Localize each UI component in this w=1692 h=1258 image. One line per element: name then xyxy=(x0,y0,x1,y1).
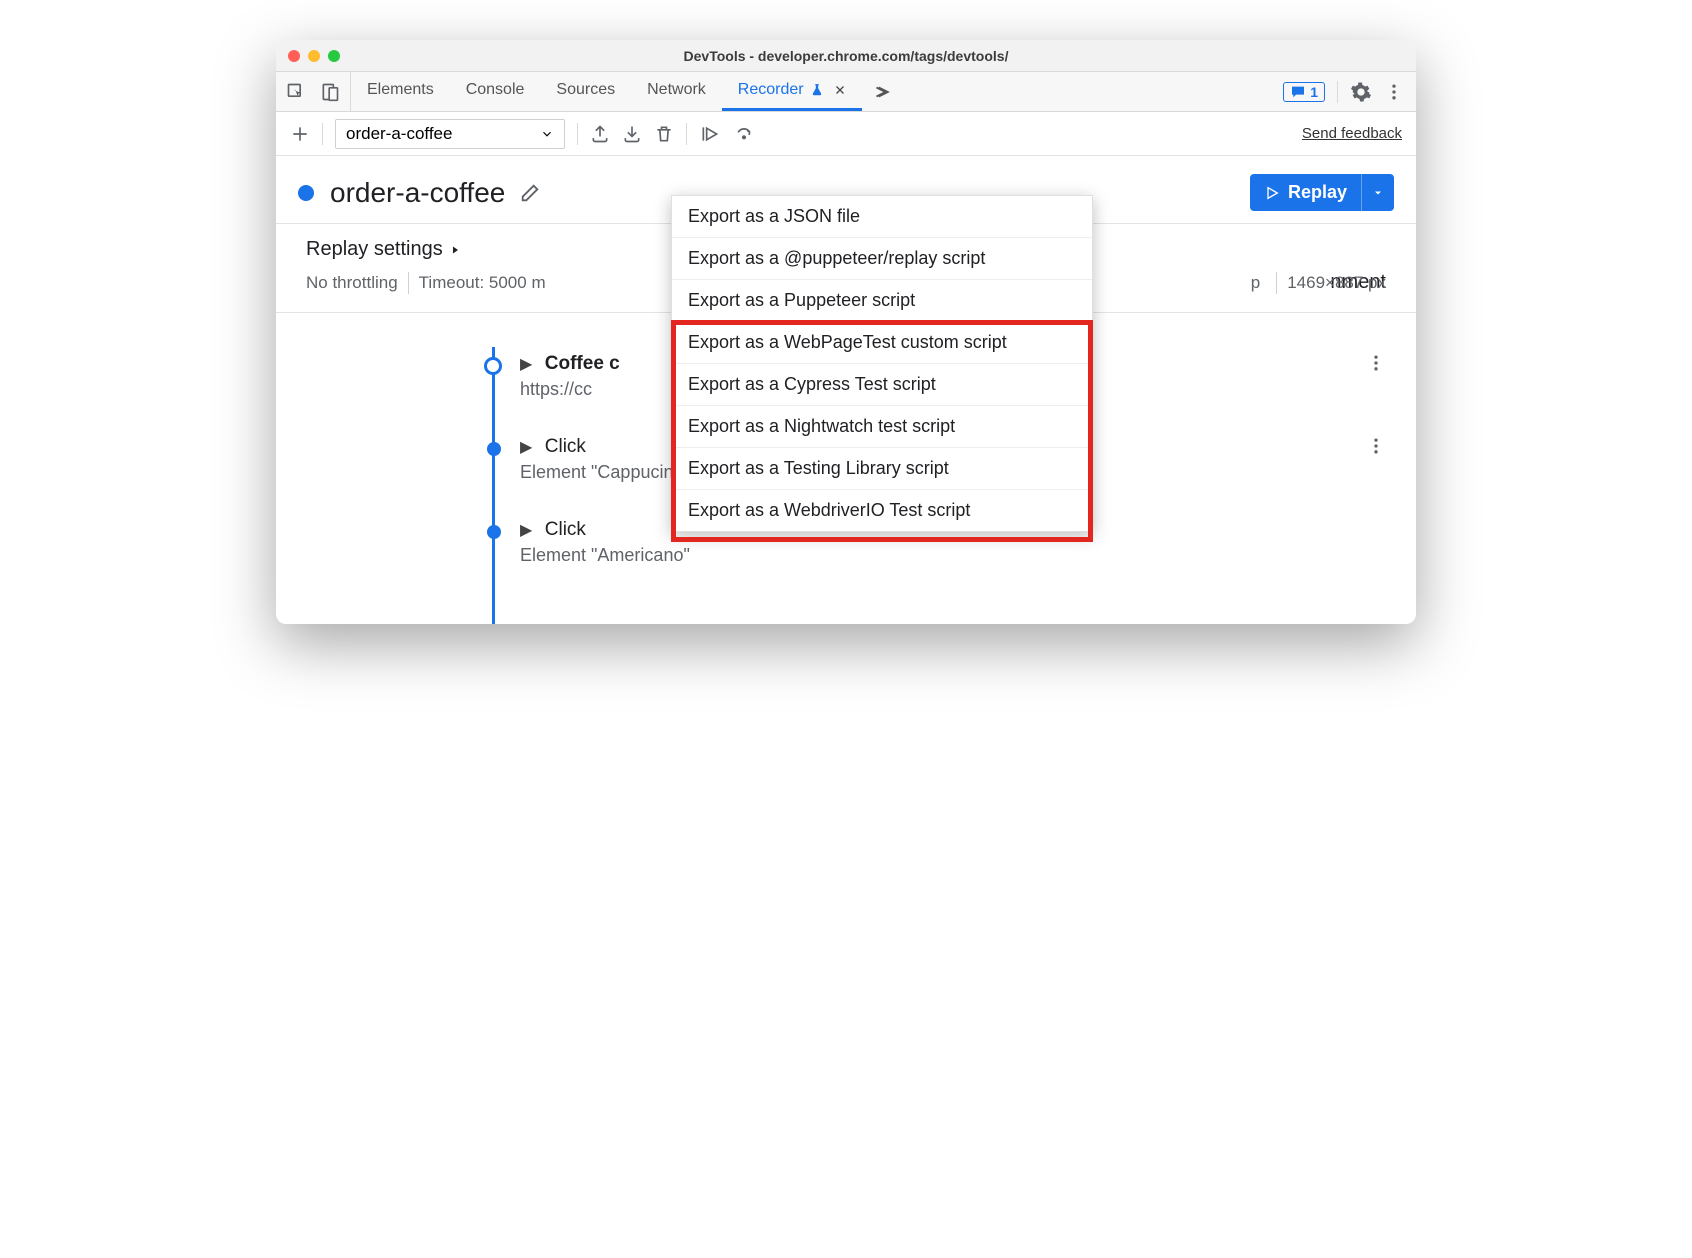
kebab-menu-icon[interactable] xyxy=(1384,82,1404,102)
export-item-webpagetest[interactable]: Export as a WebPageTest custom script xyxy=(672,322,1092,364)
tabstrip-right-tools: 1 xyxy=(1283,72,1416,111)
step-title: Coffee c xyxy=(545,353,620,374)
new-recording-icon[interactable] xyxy=(290,124,310,144)
replay-button[interactable]: Replay xyxy=(1250,174,1394,211)
caret-down-icon xyxy=(1372,187,1384,199)
export-icon[interactable] xyxy=(590,124,610,144)
tab-network[interactable]: Network xyxy=(631,72,722,111)
tab-elements[interactable]: Elements xyxy=(351,72,450,111)
step-menu-icon[interactable] xyxy=(1366,353,1386,373)
timeout-value: Timeout: 5000 m xyxy=(419,273,546,293)
flask-icon xyxy=(810,83,824,97)
export-item-webdriverio[interactable]: Export as a WebdriverIO Test script xyxy=(672,490,1092,531)
inspect-element-icon[interactable] xyxy=(286,82,306,102)
divider xyxy=(322,123,323,145)
chat-icon xyxy=(1290,84,1306,100)
caret-right-icon: ▶ xyxy=(520,354,532,374)
recording-title: order-a-coffee xyxy=(330,177,505,209)
recording-select-value: order-a-coffee xyxy=(346,124,452,144)
replay-button-dropdown[interactable] xyxy=(1361,174,1394,211)
step-subtitle: Element "Americano" xyxy=(520,545,690,566)
play-icon xyxy=(1264,185,1280,201)
divider xyxy=(577,123,578,145)
tab-sources[interactable]: Sources xyxy=(540,72,631,111)
env-value-partial: p xyxy=(1251,273,1260,293)
continue-icon[interactable] xyxy=(699,124,721,144)
replay-button-main[interactable]: Replay xyxy=(1250,174,1361,211)
devtools-window: DevTools - developer.chrome.com/tags/dev… xyxy=(276,40,1416,624)
devtools-tabstrip: Elements Console Sources Network Recorde… xyxy=(276,72,1416,112)
caret-right-icon: ▶ xyxy=(520,520,532,540)
titlebar: DevTools - developer.chrome.com/tags/dev… xyxy=(276,40,1416,72)
export-item-cypress[interactable]: Export as a Cypress Test script xyxy=(672,364,1092,406)
tab-recorder-label: Recorder xyxy=(738,81,804,99)
step-subtitle: https://cc xyxy=(520,379,620,400)
tab-console[interactable]: Console xyxy=(450,72,541,111)
viewport-value: 1469×887 px xyxy=(1287,273,1386,293)
step-title: Click xyxy=(545,436,586,457)
chevron-down-icon xyxy=(540,127,554,141)
export-item-testing-library[interactable]: Export as a Testing Library script xyxy=(672,448,1092,490)
import-icon[interactable] xyxy=(622,124,642,144)
export-item-nightwatch[interactable]: Export as a Nightwatch test script xyxy=(672,406,1092,448)
issues-badge[interactable]: 1 xyxy=(1283,82,1325,102)
caret-right-icon: ▶ xyxy=(520,437,532,457)
export-menu-popup: Export as a JSON file Export as a @puppe… xyxy=(671,195,1093,532)
edit-title-icon[interactable] xyxy=(519,182,541,204)
divider xyxy=(1337,81,1338,103)
close-tab-icon[interactable] xyxy=(834,84,846,96)
export-item-json[interactable]: Export as a JSON file xyxy=(672,196,1092,238)
send-feedback-link[interactable]: Send feedback xyxy=(1302,125,1402,142)
replay-settings-label: Replay settings xyxy=(306,238,443,261)
recorder-toolbar: order-a-coffee Send feedback xyxy=(276,112,1416,156)
caret-right-icon xyxy=(449,244,461,256)
divider xyxy=(408,272,409,294)
step-marker-icon xyxy=(484,357,502,375)
recording-select[interactable]: order-a-coffee xyxy=(335,119,565,149)
recording-status-dot xyxy=(298,185,314,201)
settings-gear-icon[interactable] xyxy=(1350,81,1372,103)
step-icon[interactable] xyxy=(733,124,755,144)
export-item-puppeteer-replay[interactable]: Export as a @puppeteer/replay script xyxy=(672,238,1092,280)
step-marker-icon xyxy=(487,442,501,456)
more-tabs-button[interactable] xyxy=(862,72,900,111)
issues-count: 1 xyxy=(1310,84,1318,100)
window-title: DevTools - developer.chrome.com/tags/dev… xyxy=(276,48,1416,64)
delete-icon[interactable] xyxy=(654,124,674,144)
step-marker-icon xyxy=(487,525,501,539)
toggle-device-icon[interactable] xyxy=(320,82,340,102)
divider xyxy=(1276,272,1277,294)
step-title: Click xyxy=(545,519,586,540)
step-subtitle: Element "Cappucino" xyxy=(520,462,690,483)
step-menu-icon[interactable] xyxy=(1366,436,1386,456)
tabstrip-left-tools xyxy=(276,72,351,111)
divider xyxy=(686,123,687,145)
throttling-value: No throttling xyxy=(306,273,398,293)
export-item-puppeteer[interactable]: Export as a Puppeteer script xyxy=(672,280,1092,322)
tab-recorder[interactable]: Recorder xyxy=(722,72,862,111)
replay-button-label: Replay xyxy=(1288,182,1347,203)
